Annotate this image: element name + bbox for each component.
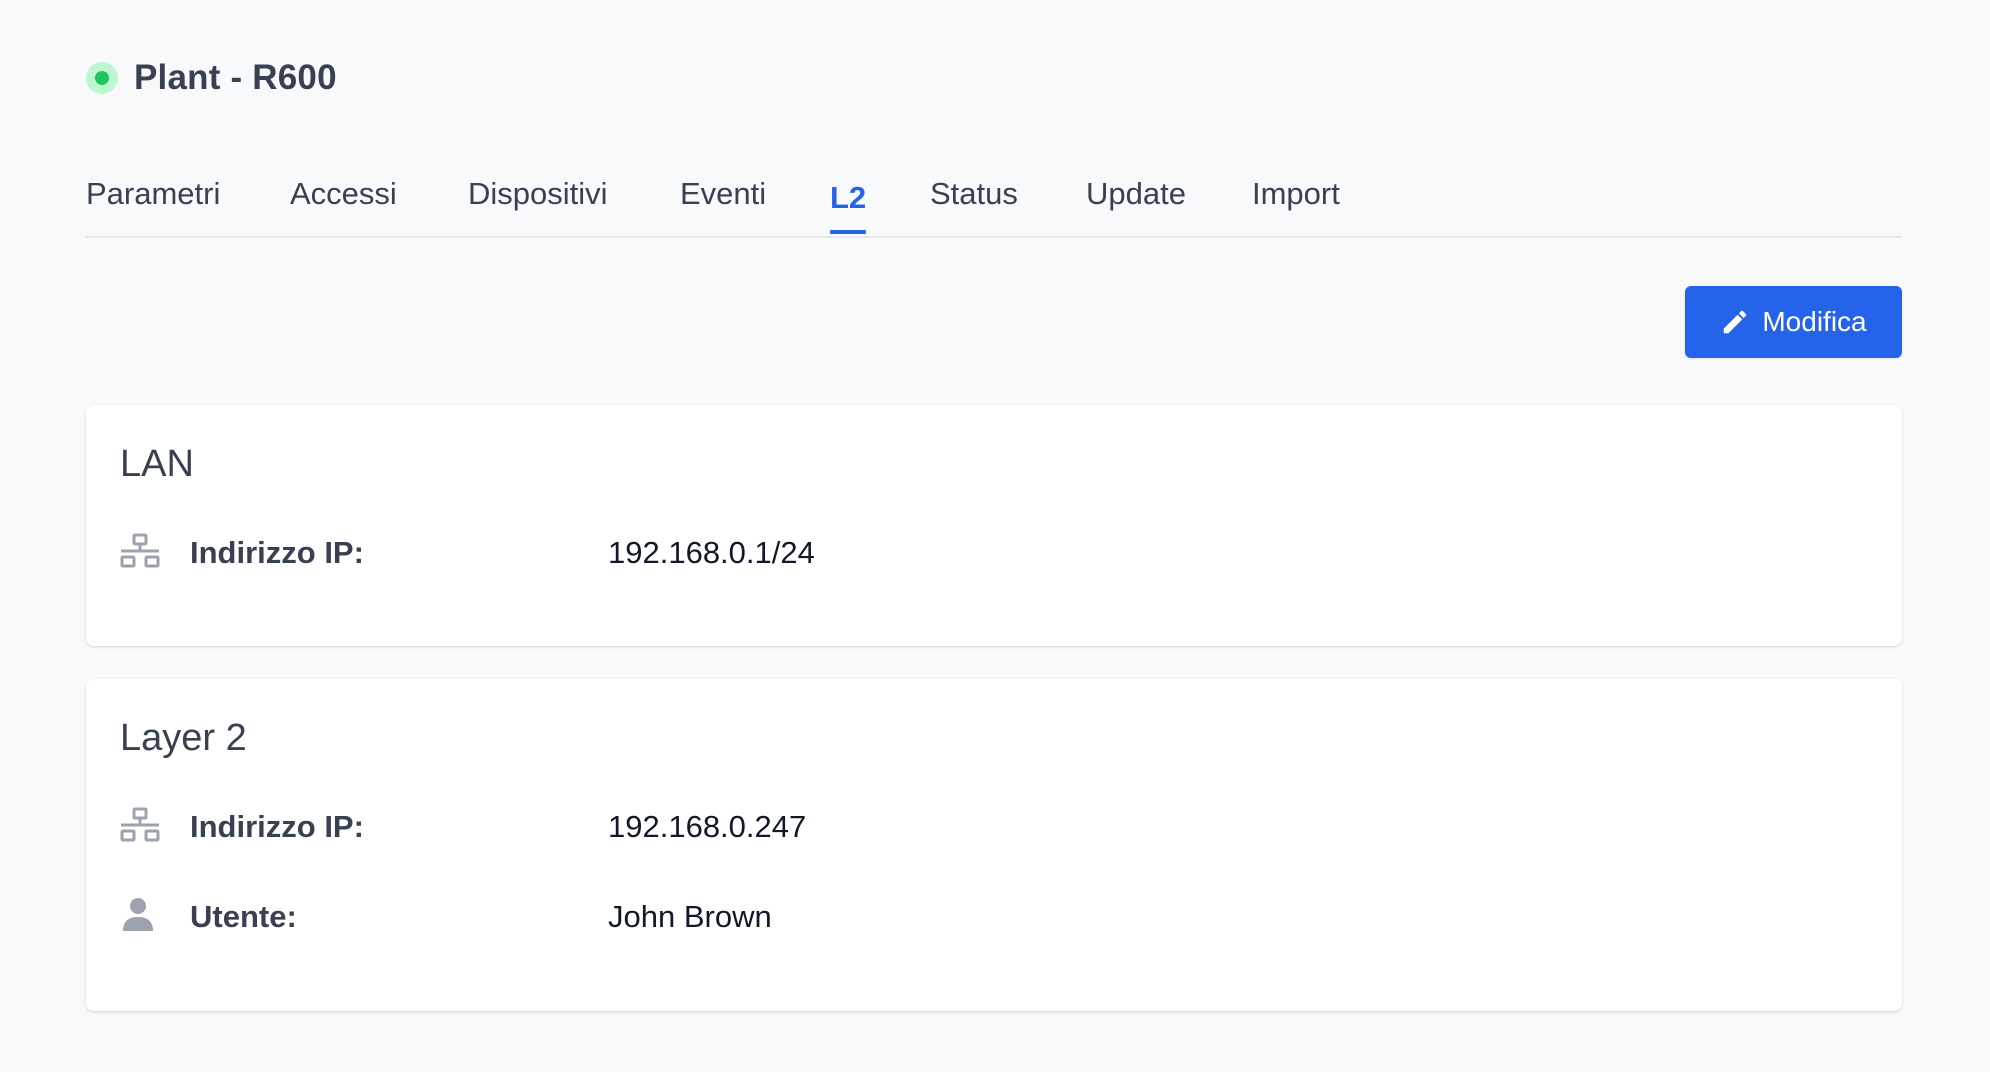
page-title: Plant - R600 — [134, 58, 337, 97]
tab-import[interactable]: Import — [1252, 176, 1340, 212]
pencil-icon — [1720, 307, 1750, 337]
ip-address-label: Indirizzo IP: — [190, 809, 364, 844]
lan-card: LAN Indirizzo IP: 192.168.0.1/24 — [86, 405, 1902, 646]
card-title-lan: LAN — [120, 443, 194, 485]
tab-eventi[interactable]: Eventi — [680, 176, 766, 212]
edit-button[interactable]: Modifica — [1685, 286, 1902, 358]
user-label: Utente: — [190, 899, 297, 934]
tab-update[interactable]: Update — [1086, 176, 1186, 212]
tab-l2[interactable]: L2 — [830, 180, 866, 216]
ip-address-value: 192.168.0.1/24 — [608, 535, 815, 570]
lan-ip-row: Indirizzo IP: 192.168.0.1/24 — [120, 531, 1820, 575]
ip-address-label: Indirizzo IP: — [190, 535, 364, 570]
active-tab-indicator — [830, 230, 866, 234]
tab-dispositivi[interactable]: Dispositivi — [468, 176, 608, 212]
user-value: John Brown — [608, 899, 772, 934]
network-icon — [120, 805, 160, 845]
layer2-ip-row: Indirizzo IP: 192.168.0.247 — [120, 805, 1820, 849]
tab-bar: Parametri Accessi Dispositivi Eventi L2 … — [86, 168, 1902, 238]
tab-accessi[interactable]: Accessi — [290, 176, 397, 212]
network-icon — [120, 531, 160, 571]
layer2-user-row: Utente: John Brown — [120, 895, 1820, 939]
edit-button-label: Modifica — [1762, 306, 1867, 337]
card-title-layer2: Layer 2 — [120, 717, 247, 759]
user-icon — [120, 895, 160, 935]
tab-status[interactable]: Status — [930, 176, 1018, 212]
layer2-card: Layer 2 Indirizzo IP: 192.168.0.247 Uten… — [86, 679, 1902, 1011]
tab-parametri[interactable]: Parametri — [86, 176, 220, 212]
status-dot-icon — [95, 71, 109, 85]
ip-address-value: 192.168.0.247 — [608, 809, 807, 844]
online-status-indicator — [86, 62, 118, 94]
page-header: Plant - R600 — [86, 58, 337, 98]
